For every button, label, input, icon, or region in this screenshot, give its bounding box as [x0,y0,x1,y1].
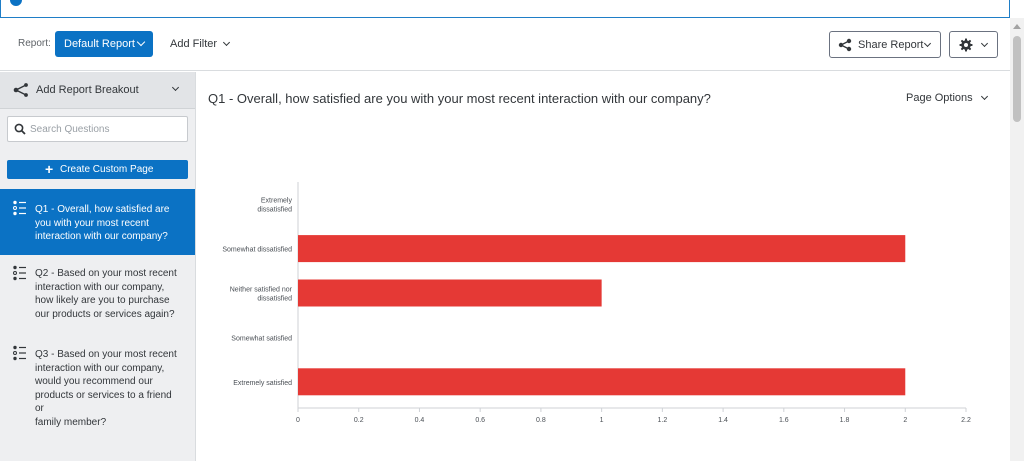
x-tick-label: 1.2 [657,417,667,424]
settings-button[interactable] [949,31,998,58]
x-tick-label: 0 [296,417,300,424]
add-filter-label: Add Filter [170,38,218,50]
add-report-breakout-button[interactable]: Add Report Breakout [0,72,195,109]
sidebar-item-q3[interactable]: Q3 - Based on your most recent interactio… [0,340,195,428]
sidebar-item-q1[interactable]: Q1 - Overall, how satisfied are you with … [0,189,195,255]
x-tick-label: 1.6 [779,417,789,424]
page-scrollbar[interactable] [1010,18,1024,461]
main-panel: Q1 - Overall, how satisfied are you with… [196,72,1010,461]
x-tick-label: 0.2 [354,417,364,424]
report-label: Report: [18,38,51,49]
chart-bar [298,235,906,263]
x-tick-label: 2.2 [961,417,971,424]
x-tick-label: 0.4 [415,417,425,424]
chevron-down-icon [923,39,932,48]
create-custom-page-button[interactable]: + Create Custom Page [7,160,188,179]
sidebar-item-label-line: products or services to a friend or [35,389,172,415]
x-tick-label: 0.8 [536,417,546,424]
sidebar: Add Report Breakout + Create Custom Page… [0,72,196,461]
scroll-up-icon[interactable] [1013,24,1021,29]
add-report-breakout-label: Add Report Breakout [36,84,139,96]
y-tick-label: Neither satisfied nor [230,287,293,294]
sidebar-item-label-line: how likely are you to purchase [35,295,170,306]
default-report-label: Default Report [64,38,135,50]
sidebar-item-label-line: you with your most recent [35,217,149,229]
notice-banner [0,0,1010,18]
chevron-down-icon [223,38,231,47]
search-questions-field[interactable] [7,116,188,142]
chevron-down-icon [980,39,989,48]
scrollbar-thumb[interactable] [1013,36,1021,122]
gear-icon [959,38,973,52]
search-icon [14,123,26,135]
x-tick-label: 1.8 [840,417,850,424]
question-list-icon [13,265,26,281]
y-tick-label: Somewhat satisfied [231,335,292,342]
chart-bar [298,279,602,307]
sidebar-item-label-line: Q1 - Overall, how satisfied are [35,204,170,215]
default-report-button[interactable]: Default Report [55,31,153,57]
sidebar-item-q2[interactable]: Q2 - Based on your most recent interactio… [0,255,195,327]
share-report-button[interactable]: Share Report [829,31,941,58]
sidebar-item-label-line: interaction with our company, [35,281,165,293]
add-filter-button[interactable]: Add Filter [170,38,231,50]
y-tick-label: dissatisfied [257,207,292,214]
y-tick-label: Extremely satisfied [233,380,292,387]
y-tick-label: dissatisfied [257,296,292,303]
plus-icon: + [45,161,54,177]
question-list-icon [13,345,26,361]
sidebar-item-label-line: our products or services again? [35,308,175,320]
share-icon [838,38,852,52]
sidebar-item-label-line: interaction with our company? [35,231,168,242]
bar-chart: Extremely dissatisfied Somewhat dissatisfi… [222,182,971,424]
sidebar-item-label-line: family member? [35,416,107,428]
sidebar-item-label-line: Q3 - Based on your most recent [35,349,177,360]
chevron-down-icon [171,83,180,92]
share-report-label: Share Report [858,39,924,51]
chart-bar [298,368,906,396]
y-tick-label: Extremely [261,198,293,205]
question-list-icon [13,200,26,216]
chevron-down-icon [136,37,146,47]
y-tick-label: Somewhat dissatisfied [222,247,292,254]
info-icon [10,0,22,6]
report-toolbar: Report: Default Report Add Filter Share … [0,18,1010,71]
breakout-icon [13,83,28,97]
x-tick-label: 1.4 [718,417,728,424]
create-custom-page-label: Create Custom Page [60,164,154,175]
x-tick-label: 2 [903,417,907,424]
x-tick-label: 0.6 [475,417,485,424]
search-questions-input[interactable] [30,121,180,137]
sidebar-item-label-line: would you recommend our [35,376,153,387]
sidebar-item-label-line: interaction with our company, [35,362,165,374]
sidebar-item-label-line: Q2 - Based on your most recent [35,268,177,279]
x-tick-label: 1 [600,417,604,424]
